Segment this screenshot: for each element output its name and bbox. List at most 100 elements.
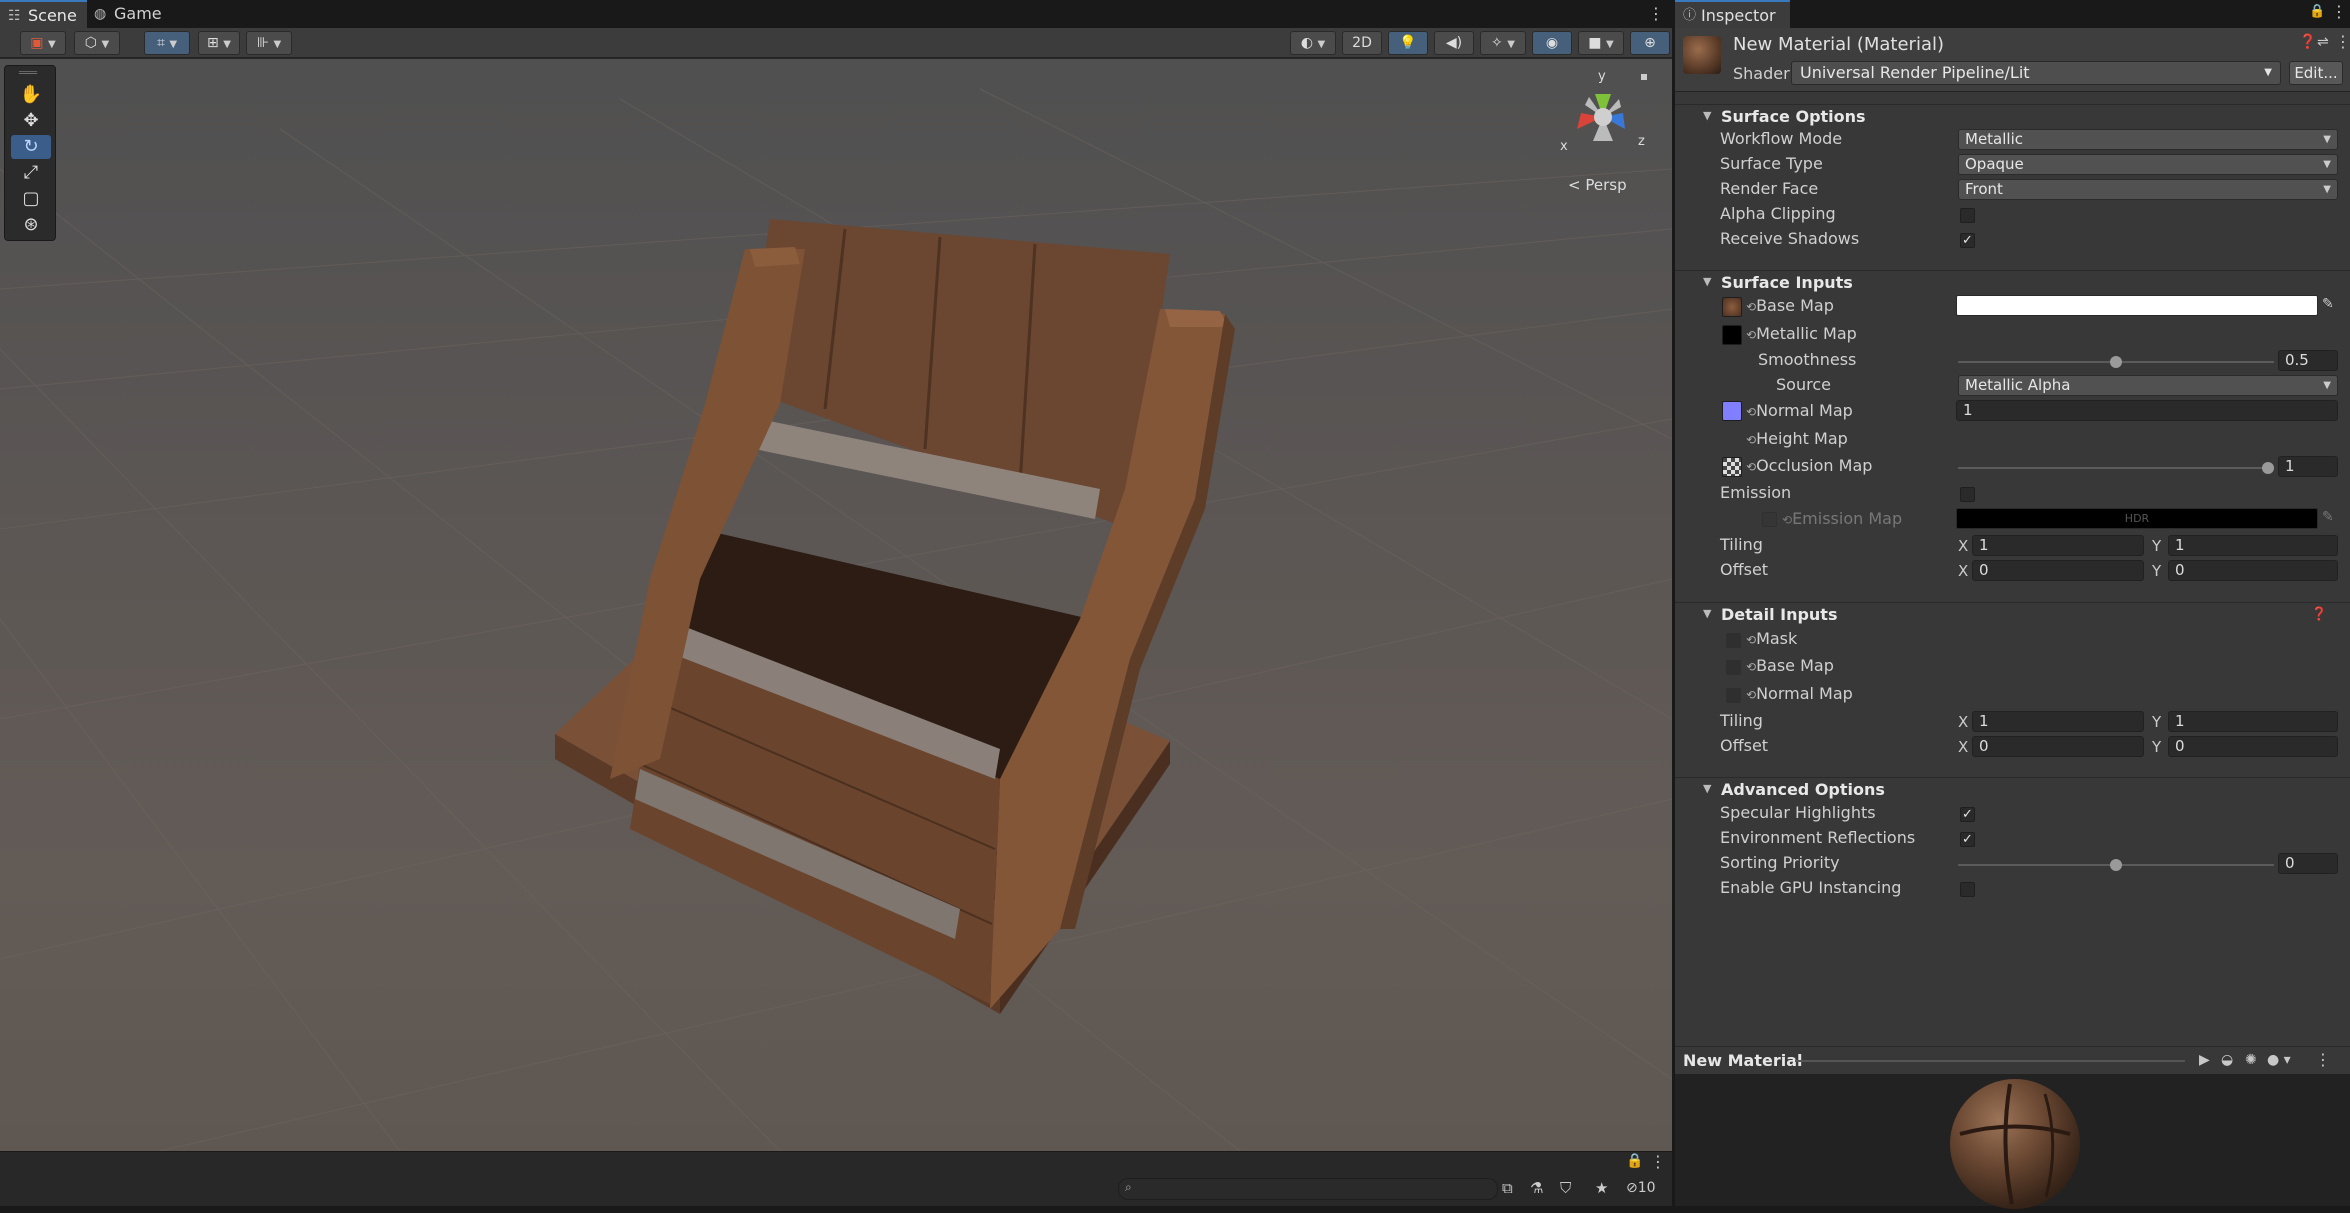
lighting-toggle-icon[interactable]: 💡 [1388,31,1428,55]
sorting-priority-slider[interactable] [1958,859,2274,871]
base-map-texture-slot[interactable] [1722,297,1742,317]
detail-offset-y-field[interactable]: 0 [2168,736,2338,757]
draw-mode-dropdown[interactable]: ▣ ▼ [20,31,66,55]
lock-icon[interactable]: 🔒 [1626,1153,1643,1169]
persp-label: Persp [1585,176,1627,194]
audio-toggle-icon[interactable]: ◀) [1434,31,1474,55]
gpu-instancing-checkbox[interactable] [1960,882,1975,897]
scene-viewport[interactable]: ═══ ✋ ✥ ↻ ⤢ ▢ ⊛ y x z < Persp [0,59,1672,1151]
favorite-star-icon[interactable]: ★ [1595,1179,1608,1197]
help-icon[interactable]: ❓ [2311,607,2327,622]
play-icon[interactable]: ▶ [2199,1052,2210,1068]
render-mode-dropdown[interactable]: ◐ ▼ [1290,31,1336,55]
render-face-dropdown[interactable]: Front ▼ [1958,179,2338,200]
advanced-options-header[interactable]: ▼ Advanced Options [1675,777,2350,801]
alpha-clipping-checkbox[interactable] [1960,208,1975,223]
emission-checkbox[interactable] [1960,487,1975,502]
base-color-field[interactable] [1956,295,2318,316]
tiling-y-field[interactable]: 1 [2168,535,2338,556]
preview-mesh-icon[interactable]: ◒ [2221,1052,2233,1068]
palette-grip[interactable]: ═══ [19,68,37,79]
detail-offset-x-field[interactable]: 0 [1972,736,2144,757]
edit-shader-button[interactable]: Edit... [2289,61,2343,85]
gizmos-dropdown[interactable]: ⊕ [1630,31,1670,55]
preview-menu-icon[interactable]: ⋮ [2315,1050,2331,1069]
preview-shape-dropdown[interactable]: ● ▾ [2267,1052,2291,1068]
detail-normal-map-texture-slot[interactable] [1726,688,1741,703]
link-icon: ⟲ [1746,460,1757,474]
transform-tool-icon[interactable]: ⊛ [11,213,51,237]
shading-dropdown[interactable]: ⬡ ▼ [74,31,120,55]
detail-tiling-x-field[interactable]: 1 [1972,711,2144,732]
preview-light-icon[interactable]: ✺ [2245,1052,2257,1068]
surface-inputs-header[interactable]: ▼ Surface Inputs [1675,270,2350,294]
inspector-menu-icon[interactable]: ⋮ [2331,2,2347,21]
detail-tiling-y-axis-label: Y [2152,713,2162,731]
smoothness-field[interactable]: 0.5 [2278,350,2338,371]
hidden-objects-icon[interactable]: ◉ [1532,31,1572,55]
surface-type-dropdown[interactable]: Opaque ▼ [1958,154,2338,175]
preview-header[interactable]: New Material ▶ ◒ ✺ ● ▾ ⋮ [1675,1046,2350,1074]
environment-reflections-checkbox[interactable]: ✓ [1960,832,1975,847]
occlusion-strength-field[interactable]: 1 [2278,456,2338,477]
smoothness-slider-knob[interactable] [2110,356,2122,368]
label-filter-icon[interactable]: ⛉ [1560,1179,1571,1197]
eyedropper-icon[interactable]: ✎ [2322,296,2334,312]
receive-shadows-checkbox[interactable]: ✓ [1960,233,1975,248]
detail-tiling-label: Tiling [1720,711,1763,730]
tab-inspector[interactable]: ⓘ Inspector [1675,0,1790,28]
more-options-icon[interactable]: ⋮ [1648,4,1664,23]
occlusion-slider[interactable] [1958,462,2274,474]
inspector-lock-icon[interactable]: 🔒 [2309,4,2325,19]
mask-texture-slot[interactable] [1726,633,1741,648]
detail-tiling-y-field[interactable]: 1 [2168,711,2338,732]
orientation-gizmo[interactable] [1555,69,1665,169]
grid-snap-dropdown[interactable]: ⌗ ▼ [144,31,190,55]
rect-tool-icon[interactable]: ▢ [11,187,51,211]
grid-visibility-dropdown[interactable]: ⊪ ▼ [246,31,292,55]
preview-resize-handle[interactable] [1795,1060,2185,1062]
normal-scale-field[interactable]: 1 [1956,400,2338,421]
component-menu-icon[interactable]: ⋮ [2335,32,2350,51]
move-tool-icon[interactable]: ✥ [11,109,51,133]
preset-icon[interactable]: ⇌ [2317,34,2329,50]
sorting-priority-field[interactable]: 0 [2278,853,2338,874]
detail-base-map-label: ⟲Base Map [1746,656,1834,675]
metallic-map-texture-slot[interactable] [1722,325,1742,345]
offset-y-field[interactable]: 0 [2168,560,2338,581]
render-face-label: Render Face [1720,179,1819,198]
scene-visibility-icon[interactable]: ⧉ [1502,1179,1513,1197]
tiling-x-field[interactable]: 1 [1972,535,2144,556]
detail-inputs-header[interactable]: ▼ Detail Inputs ❓ [1675,602,2350,626]
hidden-objects-count[interactable]: ⊘10 [1626,1180,1656,1196]
occlusion-slider-knob[interactable] [2262,462,2274,474]
smoothness-label: Smoothness [1758,350,1857,369]
detail-base-map-texture-slot[interactable] [1726,660,1741,675]
help-icon[interactable]: ❓ [2299,34,2316,50]
transform-tools-palette: ═══ ✋ ✥ ↻ ⤢ ▢ ⊛ [4,65,56,241]
offset-label: Offset [1720,560,1769,579]
workflow-mode-dropdown[interactable]: Metallic ▼ [1958,129,2338,150]
scene-search-input[interactable]: ⌕ [1118,1178,1498,1200]
hand-tool-icon[interactable]: ✋ [11,83,51,107]
effects-dropdown[interactable]: ✧ ▼ [1480,31,1526,55]
tab-game[interactable]: ◍ Game [86,0,172,28]
source-dropdown[interactable]: Metallic Alpha ▼ [1958,375,2338,396]
projection-toggle[interactable]: < Persp [1568,176,1627,194]
shader-dropdown[interactable]: Universal Render Pipeline/Lit ▼ [1791,61,2281,85]
normal-map-texture-slot[interactable] [1722,401,1742,421]
sorting-priority-slider-knob[interactable] [2110,859,2122,871]
toggle-2d-button[interactable]: 2D [1342,31,1382,55]
snap-increment-dropdown[interactable]: ⊞ ▼ [198,31,240,55]
rotate-tool-icon[interactable]: ↻ [11,135,51,159]
occlusion-map-texture-slot[interactable] [1722,457,1742,477]
overflow-menu-icon[interactable]: ⋮ [1650,1152,1666,1171]
camera-dropdown[interactable]: ■ ▼ [1578,31,1624,55]
smoothness-slider[interactable] [1958,356,2274,368]
specular-highlights-checkbox[interactable]: ✓ [1960,807,1975,822]
filter-type-icon[interactable]: ⚗ [1530,1179,1543,1197]
surface-options-header[interactable]: ▼ Surface Options [1675,104,2350,128]
tab-scene[interactable]: ☷ Scene [0,0,87,28]
scale-tool-icon[interactable]: ⤢ [11,161,51,185]
offset-x-field[interactable]: 0 [1972,560,2144,581]
